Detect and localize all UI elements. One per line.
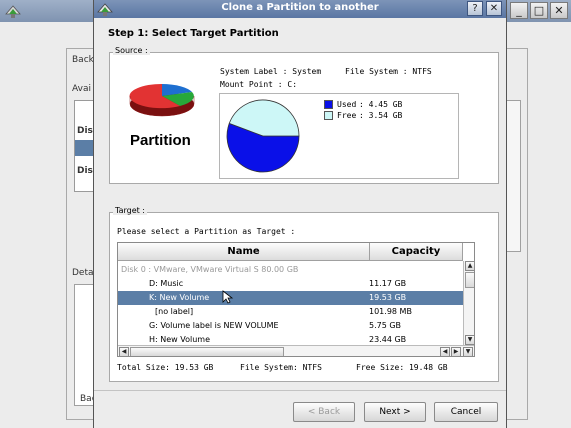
horizontal-scroll-thumb[interactable] <box>130 347 284 356</box>
partition-name: [no label] <box>155 307 194 316</box>
background-label: Back <box>72 55 94 65</box>
partition-name: D: Music <box>149 279 184 288</box>
free-size-info: Free Size: 19.48 GB <box>356 363 448 372</box>
used-legend-swatch <box>324 100 333 109</box>
partition-capacity: 5.75 GB <box>369 321 402 330</box>
horizontal-scrollbar[interactable]: ◀ ◀ ▶ ▼ <box>118 345 474 356</box>
partition-logo-icon <box>129 83 195 117</box>
vertical-scroll-thumb[interactable] <box>465 272 474 288</box>
mount-point-info: Mount Point : C: <box>220 80 298 89</box>
app-logo-icon <box>5 5 21 18</box>
partition-capacity: 11.17 GB <box>369 279 407 288</box>
disk-row: Disk 0 : VMware, VMware Virtual S 80.00 … <box>121 265 299 274</box>
step-title: Step 1: Select Target Partition <box>108 28 279 39</box>
scroll-up-icon[interactable]: ▲ <box>465 261 474 271</box>
column-header-capacity[interactable]: Capacity <box>370 243 463 261</box>
free-legend-label: Free <box>337 111 357 120</box>
target-partition-table[interactable]: Name Capacity Disk 0 : VMware, VMware Vi… <box>117 242 475 357</box>
clone-partition-dialog: Clone a Partition to another ? ✕ Step 1:… <box>93 0 507 428</box>
background-scrollbar[interactable] <box>505 100 521 252</box>
partition-capacity: 19.53 GB <box>369 293 407 302</box>
source-group-label: Source : <box>113 46 150 55</box>
partition-name: K: New Volume <box>149 293 210 302</box>
table-row[interactable]: D: Music 11.17 GB <box>118 277 463 291</box>
file-system-info: File System : NTFS <box>345 67 432 76</box>
mouse-pointer-icon <box>222 290 234 304</box>
target-file-system-info: File System: NTFS <box>240 363 322 372</box>
free-legend-value: : 3.54 GB <box>359 111 403 120</box>
background-label: Deta <box>72 268 94 278</box>
background-list-item[interactable]: Dis <box>77 166 93 176</box>
table-row[interactable]: K: New Volume 19.53 GB <box>118 291 463 305</box>
column-header-name[interactable]: Name <box>118 243 370 261</box>
table-row[interactable]: G: Volume label is NEW VOLUME 5.75 GB <box>118 319 463 333</box>
cancel-button[interactable]: Cancel <box>434 402 498 422</box>
minimize-button[interactable]: _ <box>510 2 528 19</box>
target-group-label: Target : <box>113 206 147 215</box>
dialog-close-button[interactable]: ✕ <box>486 1 502 16</box>
usage-pie-chart <box>226 99 300 173</box>
help-button[interactable]: ? <box>467 1 483 16</box>
dialog-title: Clone a Partition to another <box>221 2 379 13</box>
partition-capacity: 101.98 MB <box>369 307 412 316</box>
partition-name: G: Volume label is NEW VOLUME <box>149 321 279 330</box>
system-label-info: System Label : System <box>220 67 322 76</box>
target-instruction: Please select a Partition as Target : <box>117 227 296 236</box>
maximize-button[interactable]: □ <box>530 2 548 19</box>
used-legend-value: : 4.45 GB <box>359 100 403 109</box>
used-legend-label: Used <box>337 100 357 109</box>
free-legend-swatch <box>324 111 333 120</box>
next-button[interactable]: Next > <box>364 402 426 422</box>
vertical-scrollbar[interactable]: ▲ ▼ <box>463 261 474 345</box>
close-button[interactable]: ✕ <box>550 2 568 19</box>
background-list-item[interactable]: Dis <box>77 126 93 136</box>
table-row[interactable]: [no label] 101.98 MB <box>118 305 463 319</box>
scroll-left-icon[interactable]: ◀ <box>119 347 129 356</box>
back-button[interactable]: < Back <box>293 402 355 422</box>
total-size-info: Total Size: 19.53 GB <box>117 363 214 372</box>
background-label: Avai <box>72 84 91 94</box>
partition-logo-text: Partition <box>130 132 191 149</box>
scroll-down-icon[interactable]: ▼ <box>465 335 474 345</box>
scroll-right-icon[interactable]: ▶ <box>451 347 461 356</box>
scroll-down-icon[interactable]: ▼ <box>463 347 473 356</box>
scroll-left-icon[interactable]: ◀ <box>440 347 450 356</box>
dialog-separator <box>94 390 506 391</box>
